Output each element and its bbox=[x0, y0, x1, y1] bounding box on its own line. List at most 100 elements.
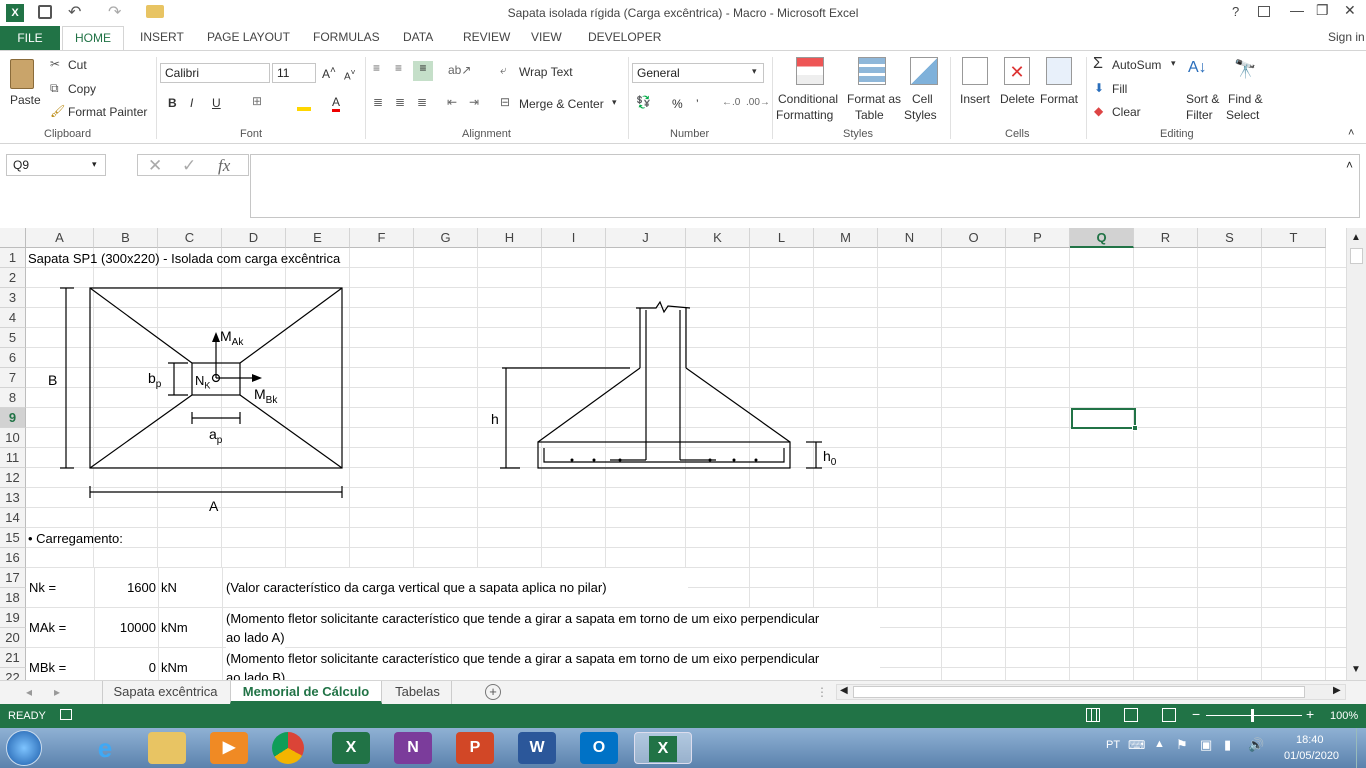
row-header-11[interactable]: 11 bbox=[0, 448, 26, 468]
copy-button[interactable]: Copy bbox=[68, 82, 96, 96]
paste-icon[interactable] bbox=[10, 59, 34, 89]
format-painter-button[interactable]: Format Painter bbox=[68, 105, 147, 119]
column-header-e[interactable]: E bbox=[286, 228, 350, 248]
start-button-icon[interactable] bbox=[6, 730, 42, 766]
zoom-slider-thumb[interactable] bbox=[1251, 709, 1254, 722]
format-as-table-icon[interactable] bbox=[858, 57, 886, 85]
increase-indent-icon[interactable]: ⇥ bbox=[469, 95, 479, 109]
footing-section-drawing[interactable] bbox=[490, 298, 850, 478]
tab-formulas[interactable]: FORMULAS bbox=[313, 30, 380, 44]
merge-icon[interactable]: ⊟ bbox=[500, 95, 510, 109]
find-select-button[interactable]: Find & bbox=[1228, 92, 1263, 106]
macro-record-icon[interactable] bbox=[60, 709, 72, 720]
vertical-scrollbar[interactable]: ▲ ▼ bbox=[1346, 228, 1366, 680]
borders-icon[interactable]: ⊞ bbox=[252, 94, 262, 108]
align-middle-icon[interactable]: ≡ bbox=[395, 61, 402, 75]
onenote-icon[interactable]: N bbox=[394, 732, 432, 764]
column-header-b[interactable]: B bbox=[94, 228, 158, 248]
conditional-formatting-label2[interactable]: Formatting bbox=[776, 108, 833, 122]
cell-styles-button[interactable]: Cell bbox=[912, 92, 933, 106]
row-header-8[interactable]: 8 bbox=[0, 388, 26, 408]
media-player-icon[interactable]: ▶ bbox=[210, 732, 248, 764]
restore-button[interactable]: ❐ bbox=[1316, 2, 1329, 19]
format-as-table-button[interactable]: Format as bbox=[847, 92, 901, 106]
format-as-table-label2[interactable]: Table bbox=[855, 108, 884, 122]
comma-button[interactable]: ’ bbox=[696, 97, 699, 111]
column-header-o[interactable]: O bbox=[942, 228, 1006, 248]
sheet-tab-sapata-excentrica[interactable]: Sapata excêntrica bbox=[102, 681, 228, 704]
language-indicator[interactable]: PT bbox=[1106, 739, 1120, 751]
column-header-i[interactable]: I bbox=[542, 228, 606, 248]
sort-filter-label2[interactable]: Filter bbox=[1186, 108, 1213, 122]
tab-developer[interactable]: DEVELOPER bbox=[588, 30, 661, 44]
scroll-down-icon[interactable]: ▼ bbox=[1351, 664, 1361, 675]
sort-filter-button[interactable]: Sort & bbox=[1186, 92, 1219, 106]
file-explorer-icon[interactable] bbox=[148, 732, 186, 764]
internet-explorer-icon[interactable]: e bbox=[86, 732, 124, 764]
cancel-icon[interactable]: ✕ bbox=[148, 156, 162, 176]
fill-handle[interactable] bbox=[1132, 425, 1138, 431]
column-header-d[interactable]: D bbox=[222, 228, 286, 248]
action-center-flag-icon[interactable]: ⚑ bbox=[1176, 737, 1188, 753]
collapse-ribbon-icon[interactable]: ˄ bbox=[1348, 127, 1354, 139]
row-header-22[interactable]: 22 bbox=[0, 668, 26, 680]
scroll-thumb[interactable] bbox=[1350, 248, 1363, 264]
insert-function-button[interactable]: fx bbox=[218, 156, 230, 176]
decrease-indent-icon[interactable]: ⇤ bbox=[447, 95, 457, 109]
increase-decimal-icon[interactable]: ←.0 bbox=[722, 97, 740, 108]
wrap-text-button[interactable]: Wrap Text bbox=[519, 65, 573, 79]
row-header-7[interactable]: 7 bbox=[0, 368, 26, 388]
cut-button[interactable]: Cut bbox=[68, 58, 87, 72]
row-header-10[interactable]: 10 bbox=[0, 428, 26, 448]
decrease-decimal-icon[interactable]: .00→ bbox=[746, 97, 770, 108]
conditional-formatting-icon[interactable] bbox=[796, 57, 824, 85]
decrease-font-icon[interactable]: A˅ bbox=[344, 67, 356, 82]
help-button[interactable]: ? bbox=[1232, 4, 1239, 19]
keyboard-icon[interactable]: ⌨ bbox=[1128, 738, 1145, 752]
column-header-a[interactable]: A bbox=[26, 228, 94, 248]
format-cells-icon[interactable] bbox=[1046, 57, 1072, 85]
autosum-dropdown-icon[interactable]: ▾ bbox=[1171, 58, 1176, 69]
page-layout-view-icon[interactable] bbox=[1124, 708, 1138, 722]
network-icon[interactable]: ▮ bbox=[1224, 737, 1231, 753]
column-header-g[interactable]: G bbox=[414, 228, 478, 248]
column-header-c[interactable]: C bbox=[158, 228, 222, 248]
hscroll-right-icon[interactable]: ▶ bbox=[1333, 685, 1341, 696]
autosum-button[interactable]: AutoSum bbox=[1112, 58, 1161, 72]
clear-button[interactable]: Clear bbox=[1112, 105, 1141, 119]
column-header-l[interactable]: L bbox=[750, 228, 814, 248]
word-icon[interactable]: W bbox=[518, 732, 556, 764]
cell-styles-icon[interactable] bbox=[910, 57, 938, 85]
column-header-q[interactable]: Q bbox=[1070, 228, 1134, 248]
zoom-in-button[interactable]: + bbox=[1306, 706, 1314, 722]
selected-cell-q9[interactable] bbox=[1071, 408, 1136, 429]
format-cells-button[interactable]: Format bbox=[1040, 92, 1078, 106]
tab-page-layout[interactable]: PAGE LAYOUT bbox=[207, 30, 290, 44]
column-header-f[interactable]: F bbox=[350, 228, 414, 248]
clear-icon[interactable]: ◆ bbox=[1094, 104, 1103, 118]
sheet-tab-tabelas[interactable]: Tabelas bbox=[384, 681, 452, 704]
row-header-15[interactable]: 15 bbox=[0, 528, 26, 548]
number-format-select[interactable]: General bbox=[632, 63, 764, 83]
zoom-out-button[interactable]: − bbox=[1192, 706, 1200, 722]
row-header-6[interactable]: 6 bbox=[0, 348, 26, 368]
column-header-k[interactable]: K bbox=[686, 228, 750, 248]
tab-data[interactable]: DATA bbox=[403, 30, 433, 44]
fill-color-icon[interactable] bbox=[297, 97, 311, 111]
footing-plan-drawing[interactable] bbox=[40, 280, 360, 520]
new-sheet-button[interactable]: + bbox=[485, 684, 501, 700]
merge-center-button[interactable]: Merge & Center bbox=[519, 97, 604, 111]
show-hidden-icons[interactable]: ▲ bbox=[1154, 738, 1165, 750]
ribbon-display-button[interactable] bbox=[1258, 6, 1270, 17]
delete-cells-button[interactable]: Delete bbox=[1000, 92, 1035, 106]
delete-cells-icon[interactable]: ✕ bbox=[1004, 57, 1030, 85]
increase-font-icon[interactable]: A˄ bbox=[322, 65, 336, 81]
clock-date[interactable]: 01/05/2020 bbox=[1284, 750, 1339, 762]
column-header-r[interactable]: R bbox=[1134, 228, 1198, 248]
fill-icon[interactable]: ⬇ bbox=[1094, 81, 1104, 95]
column-header-t[interactable]: T bbox=[1262, 228, 1326, 248]
align-bottom-icon[interactable]: ≡ bbox=[413, 61, 433, 81]
conditional-formatting-button[interactable]: Conditional bbox=[778, 92, 838, 106]
find-select-icon[interactable]: 🔭 bbox=[1234, 59, 1256, 80]
row-header-18[interactable]: 18 bbox=[0, 588, 26, 608]
